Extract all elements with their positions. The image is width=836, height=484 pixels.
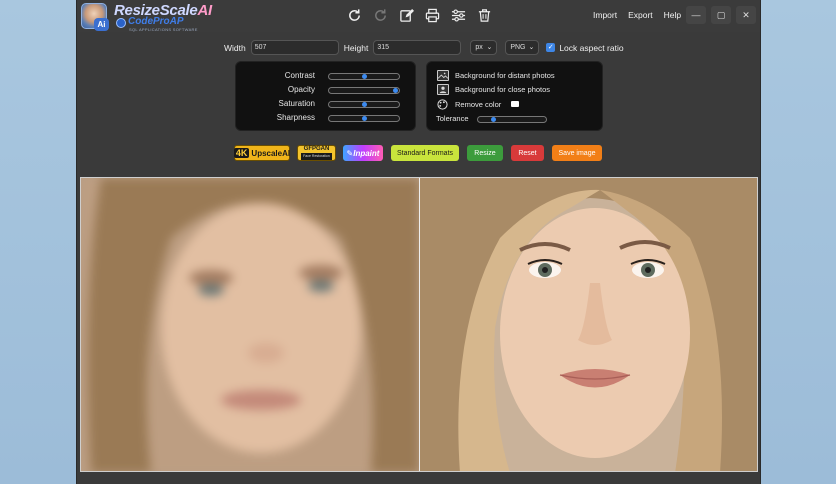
menu-help[interactable]: Help: [664, 10, 681, 20]
print-icon[interactable]: [423, 6, 441, 24]
app-logo: Ai ResizeScaleAI CodeProAP SQL APPLICATI…: [81, 2, 231, 32]
width-input[interactable]: 507: [250, 40, 339, 55]
brush-icon: ✎: [346, 148, 354, 158]
standard-formats-button[interactable]: Standard Formats: [391, 145, 459, 161]
reset-button[interactable]: Reset: [511, 145, 544, 161]
remove-color-swatch[interactable]: [511, 101, 520, 107]
contrast-slider[interactable]: [328, 73, 400, 80]
toolbar: [345, 6, 493, 24]
gfpgan-label: GFPGAN: [303, 146, 330, 152]
app-window: Ai ResizeScaleAI CodeProAP SQL APPLICATI…: [76, 0, 761, 484]
opacity-row: Opacity: [236, 85, 415, 95]
rotate-cw-icon[interactable]: [345, 6, 363, 24]
saturation-slider[interactable]: [328, 101, 400, 108]
contrast-slider-knob[interactable]: [362, 74, 367, 79]
remove-color-option[interactable]: Remove color: [437, 98, 520, 110]
gfpgan-sub-label: Face Restoration: [301, 153, 332, 160]
saturation-label: Saturation: [278, 99, 315, 108]
sharpness-slider-knob[interactable]: [362, 116, 367, 121]
portrait-icon: [437, 83, 449, 95]
contrast-row: Contrast: [236, 71, 415, 81]
adjustments-panel: Contrast Opacity Saturation Sharpness: [235, 61, 416, 131]
maximize-button[interactable]: ▢: [711, 6, 731, 24]
lock-aspect-checkbox[interactable]: ✓: [546, 43, 556, 52]
bg-close-label: Background for close photos: [455, 84, 551, 94]
inpaint-button[interactable]: ✎ Inpaint: [343, 145, 383, 161]
window-controls: — ▢ ✕: [686, 6, 756, 24]
sharpness-slider[interactable]: [328, 115, 400, 122]
saturation-slider-knob[interactable]: [362, 102, 367, 107]
width-label: Width: [224, 42, 246, 53]
background-panel: Background for distant photos Background…: [426, 61, 603, 131]
lock-aspect-label: Lock aspect ratio: [559, 42, 624, 53]
upscale-4k-tag: 4K: [233, 148, 250, 158]
sliders-icon[interactable]: [449, 6, 467, 24]
bg-close-option[interactable]: Background for close photos: [437, 83, 550, 95]
close-button[interactable]: ✕: [736, 6, 756, 24]
opacity-slider-knob[interactable]: [393, 88, 398, 93]
enhanced-image: [420, 178, 757, 471]
bg-distant-option[interactable]: Background for distant photos: [437, 69, 555, 81]
tolerance-slider[interactable]: [477, 116, 547, 123]
format-select-value: PNG: [510, 44, 526, 51]
menu-bar: Import Export Help: [593, 10, 681, 20]
unit-select-value: px: [475, 44, 483, 51]
save-image-button[interactable]: Save image: [552, 145, 602, 161]
remove-color-label: Remove color: [455, 99, 502, 109]
title-bar: Ai ResizeScaleAI CodeProAP SQL APPLICATI…: [77, 0, 760, 32]
edit-icon[interactable]: [397, 6, 415, 24]
menu-import[interactable]: Import: [593, 10, 617, 20]
tolerance-row: Tolerance: [427, 114, 602, 124]
image-preview[interactable]: [80, 177, 758, 472]
height-input[interactable]: 315: [373, 40, 462, 55]
logo-tagline: SQL APPLICATIONS SOFTWARE: [129, 27, 198, 32]
landscape-icon: [437, 69, 449, 81]
original-image: [81, 178, 419, 471]
format-select[interactable]: PNG ⌄: [505, 40, 540, 55]
tolerance-slider-knob[interactable]: [491, 117, 496, 122]
opacity-slider[interactable]: [328, 87, 400, 94]
trash-icon[interactable]: [475, 6, 493, 24]
menu-export[interactable]: Export: [628, 10, 653, 20]
saturation-row: Saturation: [236, 99, 415, 109]
opacity-label: Opacity: [287, 85, 315, 94]
redo-icon[interactable]: [371, 6, 389, 24]
minimize-button[interactable]: —: [686, 6, 706, 24]
palette-icon: [437, 98, 449, 110]
chevron-down-icon: ⌄: [528, 44, 535, 51]
sharpness-label: Sharpness: [276, 113, 315, 122]
logo-title-ai: AI: [197, 2, 212, 19]
tolerance-label: Tolerance: [436, 114, 469, 123]
codeproap-icon: [116, 18, 126, 28]
upscale-ai-button[interactable]: 4K UpscaleAI: [233, 145, 291, 161]
resize-button[interactable]: Resize: [467, 145, 503, 161]
unit-select[interactable]: px ⌄: [470, 40, 498, 55]
contrast-label: Contrast: [284, 71, 315, 80]
inpaint-label: Inpaint: [353, 148, 380, 158]
logo-ai-badge: Ai: [94, 18, 109, 31]
chevron-down-icon: ⌄: [486, 44, 493, 51]
dimensions-row: Width 507 Height 315 px ⌄ PNG ⌄ ✓ Lock asp…: [224, 40, 629, 55]
gfpgan-button[interactable]: GFPGAN Face Restoration: [297, 145, 336, 161]
height-label: Height: [343, 42, 369, 53]
upscale-label: UpscaleAI: [251, 148, 291, 158]
bg-distant-label: Background for distant photos: [455, 70, 555, 80]
sharpness-row: Sharpness: [236, 113, 415, 123]
logo-brand: CodeProAP: [128, 16, 184, 27]
